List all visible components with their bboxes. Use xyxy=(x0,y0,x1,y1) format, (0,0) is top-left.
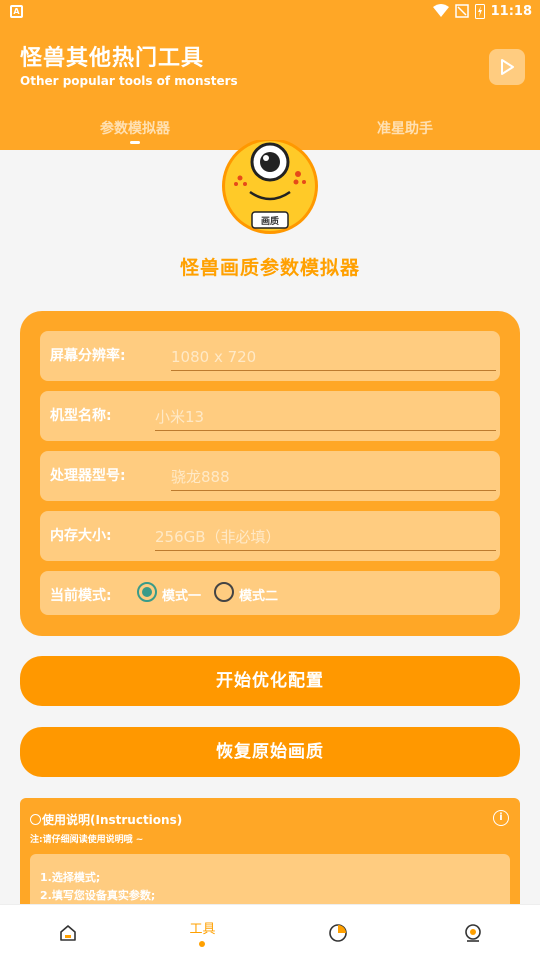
resolution-row: 屏幕分辨率: xyxy=(40,331,500,381)
wifi-icon xyxy=(432,4,449,17)
memory-row: 内存大小: xyxy=(40,511,500,561)
instructions-title-wrap: 使用说明(Instructions) xyxy=(30,811,182,828)
instructions-steps: 1.选择模式; 2.填写您设备真实参数; xyxy=(30,854,510,908)
instruction-step-2: 2.填写您设备真实参数; xyxy=(40,889,156,902)
circle-icon xyxy=(30,814,41,825)
params-form: 屏幕分辨率: 机型名称: 处理器型号: 内存大小: 当前模式: 模式一 模式二 xyxy=(20,311,520,636)
model-row: 机型名称: xyxy=(40,391,500,441)
tab-param-simulator[interactable]: 参数模拟器 xyxy=(0,118,270,138)
resolution-input[interactable] xyxy=(171,343,496,371)
clock: 11:18 xyxy=(490,3,532,19)
nav-chart[interactable] xyxy=(270,905,405,960)
mode-one-radio[interactable] xyxy=(137,582,157,602)
nav-tools[interactable]: 工具 xyxy=(135,905,270,960)
start-optimize-button[interactable]: 开始优化配置 xyxy=(20,656,520,706)
memory-input[interactable] xyxy=(155,523,496,551)
mode-one-label[interactable]: 模式一 xyxy=(162,585,201,604)
nav-home[interactable] xyxy=(0,905,135,960)
play-icon xyxy=(501,59,514,75)
instruction-step-1: 1.选择模式; xyxy=(40,871,101,884)
resolution-label: 屏幕分辨率: xyxy=(50,348,126,364)
instructions-card: 使用说明(Instructions) 注:请仔细阅读使用说明哦 ~ i 1.选择… xyxy=(20,798,520,908)
instructions-title: 使用说明(Instructions) xyxy=(42,813,183,827)
info-icon[interactable]: i xyxy=(493,810,509,826)
nav-active-dot xyxy=(199,941,205,947)
model-input[interactable] xyxy=(155,403,496,431)
mode-two-radio[interactable] xyxy=(214,582,234,602)
tab-indicator xyxy=(130,141,140,144)
restore-original-button[interactable]: 恢复原始画质 xyxy=(20,727,520,777)
mode-row: 当前模式: 模式一 模式二 xyxy=(40,571,500,615)
tool-title: 怪兽画质参数模拟器 xyxy=(179,257,360,279)
profile-icon xyxy=(465,924,481,942)
nav-tools-label: 工具 xyxy=(189,922,216,937)
battery-charging-icon xyxy=(474,4,485,19)
memory-label: 内存大小: xyxy=(50,528,112,544)
mode-label: 当前模式: xyxy=(50,588,112,604)
nav-profile[interactable] xyxy=(405,905,540,960)
mode-two-label[interactable]: 模式二 xyxy=(239,585,278,604)
page-subtitle: Other popular tools of monsters xyxy=(20,74,238,88)
tab-crosshair-assistant[interactable]: 准星助手 xyxy=(270,118,540,138)
home-icon xyxy=(60,925,76,941)
cpu-row: 处理器型号: xyxy=(40,451,500,501)
notification-icon: A xyxy=(10,5,23,18)
play-button[interactable] xyxy=(489,49,525,85)
monster-mascot-logo: 画质 xyxy=(222,140,318,234)
mascot-badge: 画质 xyxy=(261,215,279,227)
cpu-label: 处理器型号: xyxy=(50,468,126,484)
model-label: 机型名称: xyxy=(50,408,112,424)
page-title: 怪兽其他热门工具 xyxy=(20,46,205,71)
cpu-input[interactable] xyxy=(171,463,496,491)
signal-off-icon xyxy=(454,4,469,18)
status-bar: A 11:18 xyxy=(0,0,540,24)
header: 怪兽其他热门工具 Other popular tools of monsters… xyxy=(0,24,540,150)
chart-icon xyxy=(329,924,347,942)
bottom-nav: 工具 xyxy=(0,904,540,960)
instructions-note: 注:请仔细阅读使用说明哦 ~ xyxy=(30,835,144,845)
status-icons: 11:18 xyxy=(432,3,532,19)
